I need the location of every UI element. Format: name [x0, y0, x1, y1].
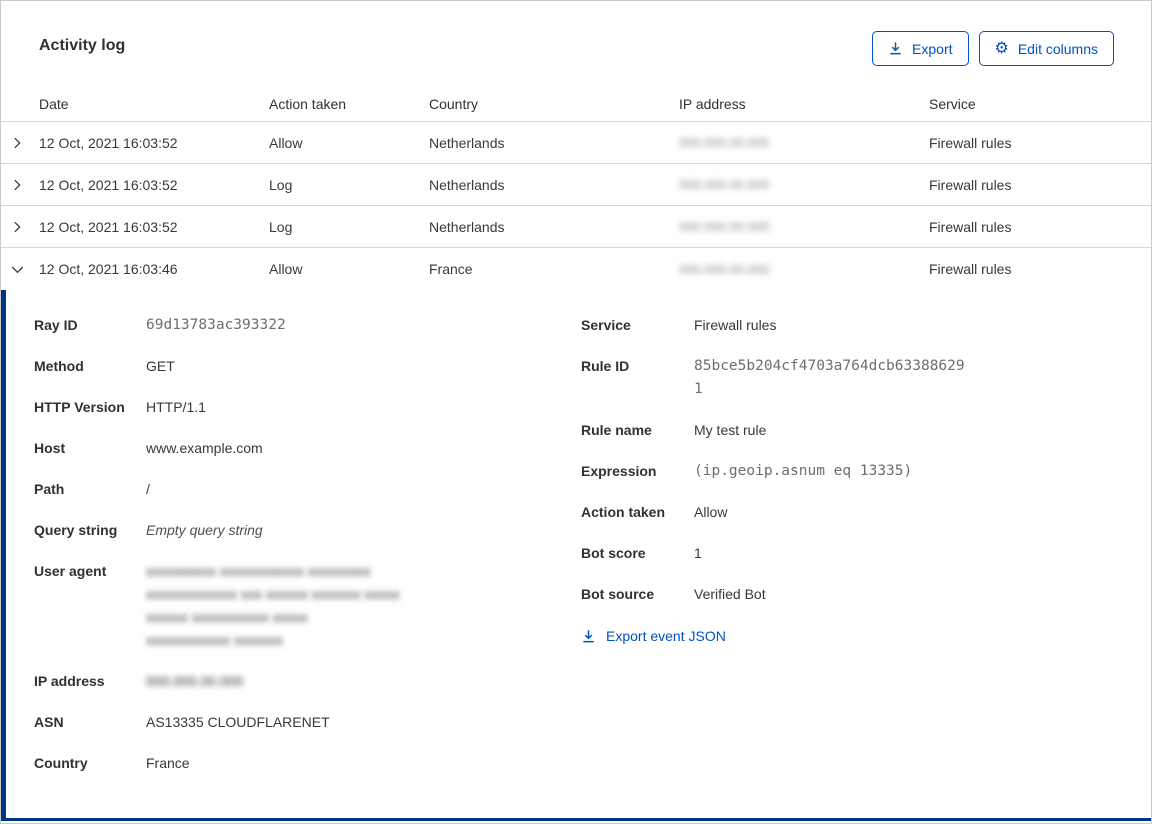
event-detail-panel: Ray ID 69d13783ac393322 Method GET HTTP Ve… — [1, 290, 1151, 821]
field-label: Host — [34, 440, 66, 456]
col-header-date: Date — [39, 96, 69, 112]
cell-service: Firewall rules — [929, 176, 1012, 193]
cell-date: 12 Oct, 2021 16:03:52 — [39, 218, 178, 235]
field-label: HTTP Version — [34, 399, 125, 415]
cell-country: Netherlands — [429, 134, 505, 151]
col-header-country: Country — [429, 96, 479, 112]
field-label: Path — [34, 481, 65, 497]
edit-columns-button[interactable]: ⚙ Edit columns — [978, 31, 1114, 66]
detail-column-right: Service Firewall rules Rule ID 85bce5b204c… — [581, 314, 1111, 818]
expand-row-button[interactable] — [1, 122, 39, 163]
cell-service: Firewall rules — [929, 218, 1012, 235]
export-event-json-label: Export event JSON — [606, 628, 726, 644]
toolbar: Export ⚙ Edit columns — [872, 31, 1114, 66]
collapse-row-button[interactable] — [1, 248, 39, 290]
field-label: ASN — [34, 714, 64, 730]
action-taken-value: Allow — [694, 504, 728, 520]
topbar: Activity log Export ⚙ Edit columns — [1, 1, 1151, 87]
field-label: Action taken — [581, 504, 666, 520]
cell-date: 12 Oct, 2021 16:03:52 — [39, 176, 178, 193]
country-value: France — [146, 755, 190, 771]
field-label: Service — [581, 317, 631, 333]
bot-source-value: Verified Bot — [694, 586, 766, 602]
field-label: Bot score — [581, 545, 646, 561]
method-value: GET — [146, 358, 175, 374]
chevron-right-icon — [14, 221, 21, 232]
download-icon — [890, 42, 901, 55]
cell-date: 12 Oct, 2021 16:03:46 — [39, 261, 178, 277]
field-label: Query string — [34, 522, 118, 538]
col-header-ip-address: IP address — [679, 96, 746, 112]
field-label: IP address — [34, 673, 105, 689]
detail-column-left: Ray ID 69d13783ac393322 Method GET HTTP Ve… — [34, 314, 581, 818]
cell-country: Netherlands — [429, 218, 505, 235]
asn-value: AS13335 CLOUDFLARENET — [146, 714, 330, 730]
chevron-right-icon — [14, 179, 21, 190]
edit-columns-button-label: Edit columns — [1017, 40, 1098, 57]
host-value: www.example.com — [146, 440, 263, 456]
chevron-right-icon — [14, 137, 21, 148]
expand-row-button[interactable] — [1, 164, 39, 205]
cell-action-taken: Log — [269, 218, 293, 235]
cell-service: Firewall rules — [929, 261, 1012, 277]
service-value: Firewall rules — [694, 317, 777, 333]
field-label: Country — [34, 755, 88, 771]
cell-action-taken: Log — [269, 176, 293, 193]
export-button[interactable]: Export — [872, 31, 969, 66]
field-label: Ray ID — [34, 317, 78, 333]
bot-score-value: 1 — [694, 545, 702, 561]
field-label: Rule name — [581, 422, 652, 438]
table-header-row: Date Action taken Country IP address Ser… — [1, 87, 1151, 122]
cell-service: Firewall rules — [929, 134, 1012, 151]
rule-name-value: My test rule — [694, 422, 767, 438]
cell-action-taken: Allow — [269, 261, 303, 277]
ip-address-value-redacted: 000.000.00.000 — [146, 673, 244, 689]
cell-ip-redacted: 000.000.00.000 — [679, 261, 770, 277]
table-row[interactable]: 12 Oct, 2021 16:03:52 Log Netherlands 00… — [1, 206, 1151, 248]
ray-id-value: 69d13783ac393322 — [146, 317, 286, 333]
user-agent-value-redacted: xxxxxxxxxx xxxxxxxxxxxx xxxxxxxxx xxxxxx… — [146, 563, 400, 648]
expression-value: (ip.geoip.asnum eq 13335) — [694, 463, 913, 479]
field-label: User agent — [34, 563, 107, 579]
table-row[interactable]: 12 Oct, 2021 16:03:52 Allow Netherlands … — [1, 122, 1151, 164]
col-header-service: Service — [929, 96, 976, 112]
http-version-value: HTTP/1.1 — [146, 399, 206, 415]
expand-row-button[interactable] — [1, 206, 39, 247]
cell-country: France — [429, 261, 473, 277]
field-label: Bot source — [581, 586, 655, 602]
field-label: Expression — [581, 463, 657, 479]
cell-ip-redacted: 000.000.00.000 — [679, 177, 770, 192]
gear-icon: ⚙ — [994, 39, 1009, 57]
table-row-expanded[interactable]: 12 Oct, 2021 16:03:46 Allow France 000.0… — [1, 248, 1151, 290]
cell-action-taken: Allow — [269, 134, 303, 151]
field-label: Method — [34, 358, 84, 374]
cell-ip-redacted: 000.000.00.000 — [679, 135, 770, 150]
page-title: Activity log — [39, 37, 126, 54]
activity-log-panel: Activity log Export ⚙ Edit columns Date … — [0, 0, 1152, 824]
path-value: / — [146, 481, 150, 497]
field-label: Rule ID — [581, 358, 630, 374]
cell-country: Netherlands — [429, 176, 505, 193]
col-header-action-taken: Action taken — [269, 96, 347, 112]
export-event-json-link[interactable]: Export event JSON — [581, 628, 726, 644]
export-button-label: Export — [912, 40, 953, 57]
rule-id-value: 85bce5b204cf4703a764dcb633886291 — [694, 358, 965, 397]
download-icon — [583, 629, 594, 642]
cell-date: 12 Oct, 2021 16:03:52 — [39, 134, 178, 151]
activity-log-table: Date Action taken Country IP address Ser… — [1, 87, 1151, 290]
cell-ip-redacted: 000.000.00.000 — [679, 219, 770, 234]
chevron-down-icon — [11, 266, 24, 273]
query-string-value: Empty query string — [146, 522, 263, 538]
table-row[interactable]: 12 Oct, 2021 16:03:52 Log Netherlands 00… — [1, 164, 1151, 206]
